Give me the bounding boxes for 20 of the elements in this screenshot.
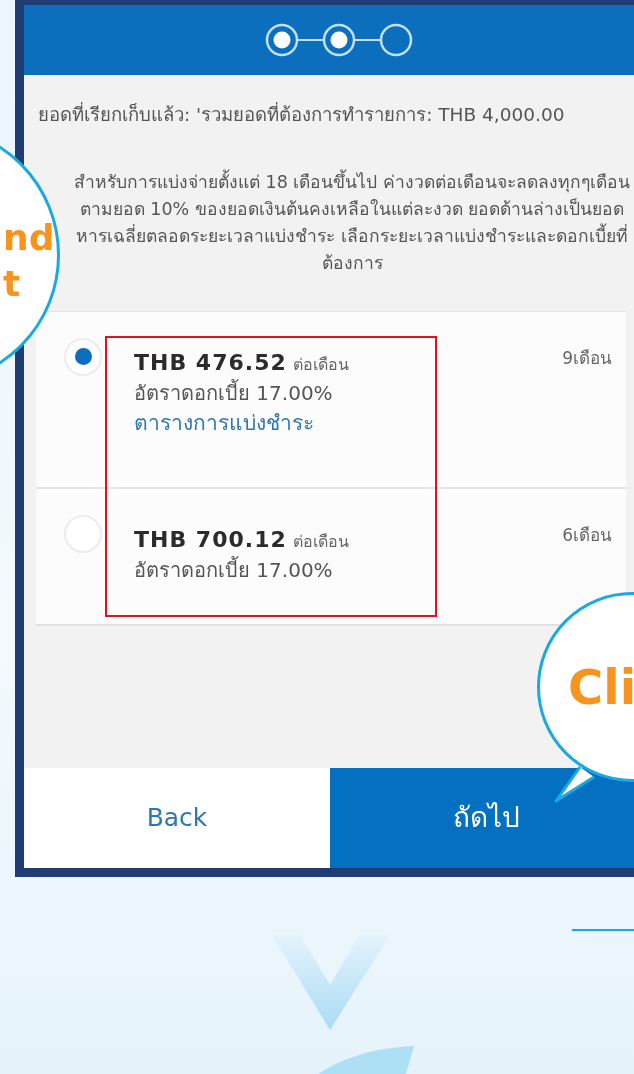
callout-text: Cli bbox=[568, 663, 634, 711]
amount-text: THB 700.12 bbox=[134, 526, 287, 552]
step-connector bbox=[297, 39, 324, 41]
callout-text: t bbox=[3, 266, 21, 302]
step-connector bbox=[354, 39, 381, 41]
interest-rate-text: อัตราดอกเบี้ย 17.00% bbox=[134, 557, 334, 582]
per-month-label: ต่อเดือน bbox=[292, 531, 349, 551]
term-text: 9เดือน bbox=[562, 346, 612, 370]
radio-button[interactable] bbox=[64, 337, 102, 376]
callout-text: nd bbox=[3, 220, 55, 256]
per-month-label: ต่อเดือน bbox=[292, 354, 349, 374]
back-button[interactable]: Back bbox=[24, 768, 330, 868]
next-button[interactable]: ถัดไป bbox=[330, 768, 634, 868]
schedule-link[interactable]: ตารางการแบ่งชำระ bbox=[134, 410, 314, 436]
amount-text: THB 476.52 bbox=[134, 349, 287, 375]
summary-text: ยอดที่เรียกเก็บแล้ว: 'รวมยอดที่ต้องการทำรายการ: THB 4,000.00 bbox=[37, 101, 566, 127]
info-paragraph: สำหรับการแบ่งจ่ายตั้งแต่ 18 เดือนขึ้นไป ค่างวดต่อเดือนจะลดลงทุกๆเดือน ตามยอด 10% ของยอดเงินต้นคงเหลือในแต่ละงวด ยอดด้านล่างเป็นยอดหารเฉลี่ยตลอดระยะเวลาแบ่งชำระ เลือกระยะเวลาแบ่งชำระและดอกเบี้ยที่ต้องการ bbox=[73, 168, 631, 275]
term-text: 6เดือน bbox=[562, 523, 612, 547]
interest-rate-text: อัตราดอกเบี้ย 17.00% bbox=[134, 380, 334, 405]
decorative-line bbox=[572, 929, 634, 931]
